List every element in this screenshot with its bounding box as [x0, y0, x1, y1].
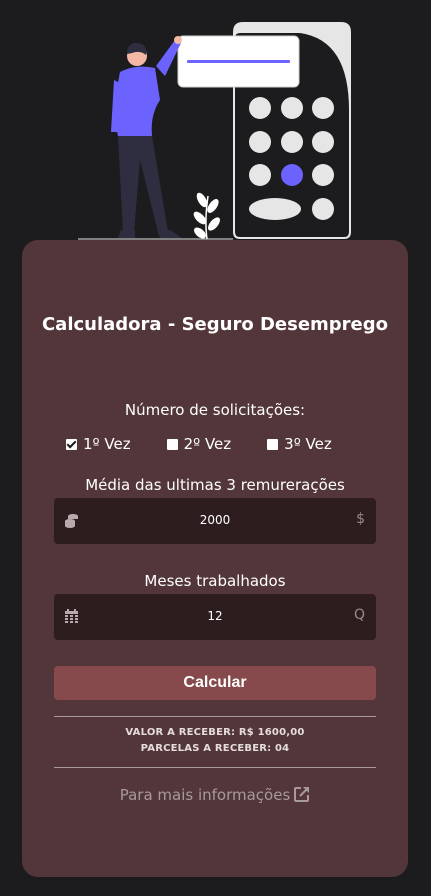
q-icon: Q: [353, 607, 365, 623]
months-value: 12: [207, 609, 223, 623]
salary-value: 2000: [199, 513, 231, 527]
requests-options: 1º Vez 2º Vez 3º Vez: [66, 435, 332, 453]
divider-bottom: [54, 767, 376, 768]
more-info-label: Para mais informações: [119, 786, 291, 804]
option-first[interactable]: 1º Vez: [66, 435, 131, 453]
option-second[interactable]: 2º Vez: [166, 435, 232, 453]
salary-input[interactable]: 2000 $: [54, 498, 376, 544]
option-third-label: 3º Vez: [284, 435, 332, 453]
calculate-button[interactable]: Calcular: [54, 666, 376, 700]
option-second-label: 2º Vez: [183, 435, 232, 453]
calculator-card: Calculadora - Seguro Desemprego Número d…: [22, 240, 408, 877]
salary-label: Média das ultimas 3 remurerações: [85, 476, 345, 494]
more-info-link[interactable]: Para mais informações: [22, 786, 408, 804]
result-installments: PARCELAS A RECEBER: 04: [140, 743, 290, 754]
requests-label: Número de solicitações:: [124, 401, 306, 419]
checkbox-first[interactable]: [66, 438, 77, 450]
page-title: Calculadora - Seguro Desemprego: [41, 314, 389, 335]
months-input[interactable]: 12 Q: [54, 594, 376, 640]
option-first-label: 1º Vez: [83, 435, 131, 453]
months-label: Meses trabalhados: [144, 572, 286, 590]
dollar-icon: $: [356, 511, 365, 527]
person-with-calculator-illustration: [78, 22, 351, 240]
external-link-icon: [294, 787, 310, 802]
checkbox-second[interactable]: [166, 438, 178, 450]
divider-top: [54, 716, 376, 717]
checkbox-third[interactable]: [267, 438, 279, 450]
result-value: VALOR A RECEBER: R$ 1600,00: [125, 727, 305, 738]
option-third[interactable]: 3º Vez: [267, 435, 332, 453]
